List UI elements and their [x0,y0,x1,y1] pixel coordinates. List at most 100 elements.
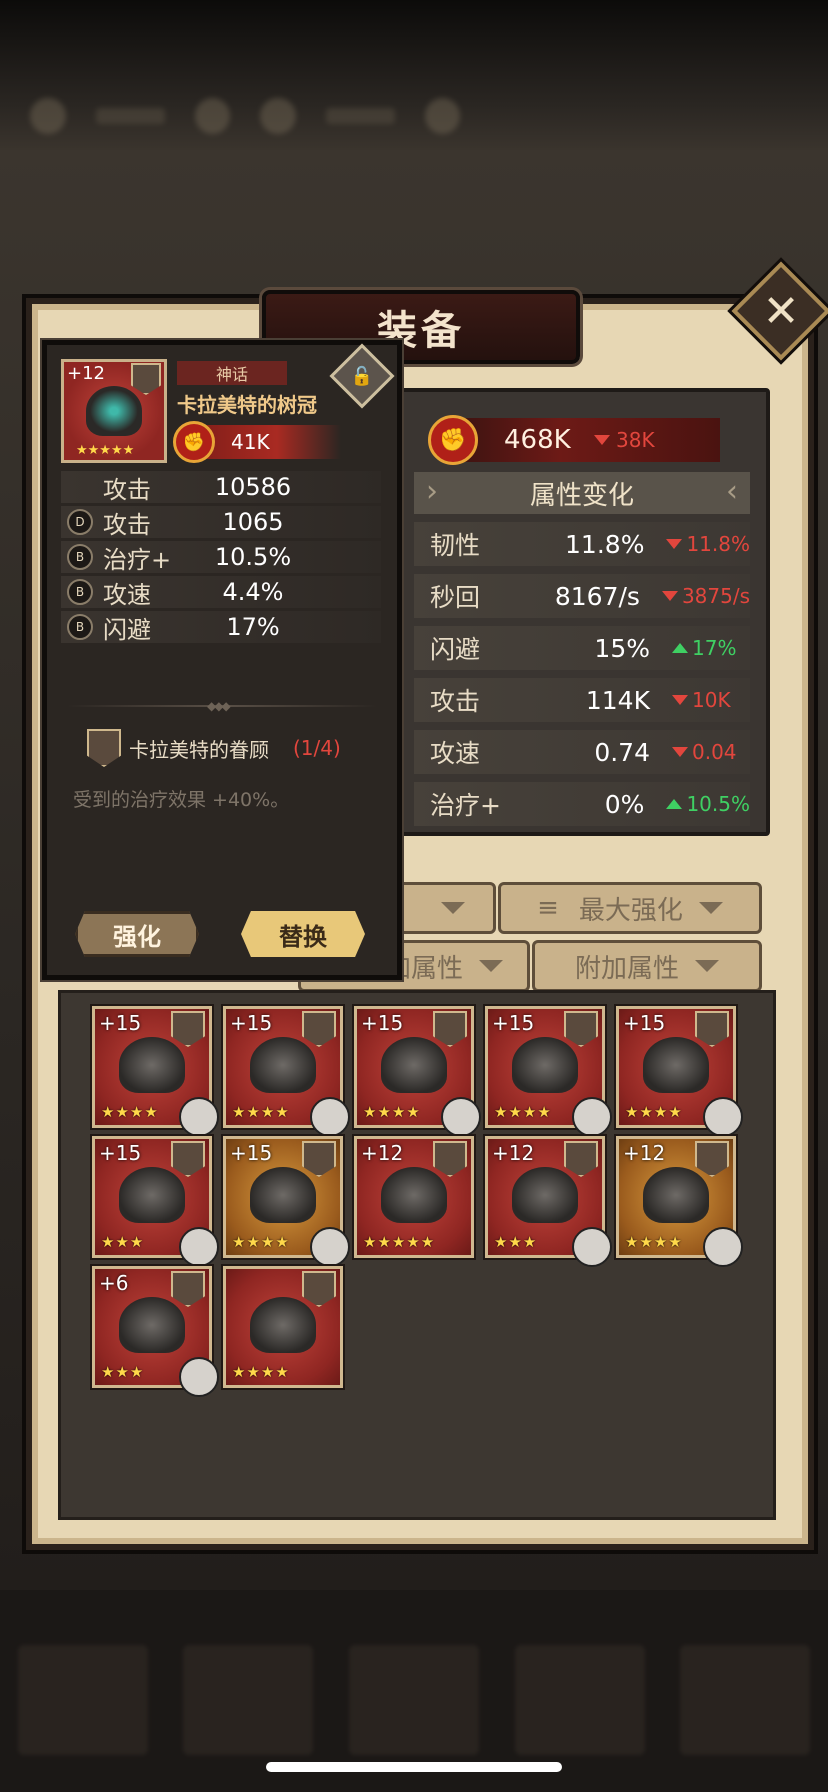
helmet-icon [119,1167,185,1223]
equipment-item[interactable]: +15 ★★★ [92,1136,219,1267]
equipment-item[interactable]: +15 ★★★★ [616,1006,743,1137]
unlock-icon: 🔓 [350,365,374,387]
class-badge-icon [433,1011,467,1047]
equipment-item[interactable]: +12 ★★★★★ [354,1136,474,1258]
sort-dropdown[interactable]: ≡ 最大强化 [498,882,762,934]
set-description: 受到的治疗效果 +40%。 [73,789,290,811]
item-stars: ★★★★ [232,1233,290,1251]
item-stars: ★★★★ [232,1103,290,1121]
attribute-change-panel: ✊ 468K 38K 属性变化 韧性 11.8% 11.8% 秒回 8167/s… [396,388,770,836]
stat-name: 攻速 [103,580,151,609]
item-stars: ★★★★ [363,1103,421,1121]
item-power: ✊ 41K [173,421,341,463]
home-indicator[interactable] [266,1762,562,1772]
class-badge-icon [171,1141,205,1177]
attr-name: 治疗+ [430,791,501,820]
helmet-icon [512,1037,578,1093]
attr-diff: 3875/s [661,584,750,608]
power-diff-value: 38K [616,428,655,452]
item-level: +15 [99,1141,142,1165]
extra-attribute-dropdown[interactable]: 附加属性 [532,940,762,992]
blurred-top-bar [30,95,461,137]
equipment-item[interactable]: +15 ★★★★ [92,1006,219,1137]
up-arrow-icon [672,643,688,653]
lock-button[interactable]: 🔓 [329,343,395,409]
sort-icon: ≡ [537,893,559,923]
equipment-item[interactable]: +15 ★★★★ [485,1006,612,1137]
item-stars: ★★★ [101,1233,145,1251]
item-level: +15 [99,1011,142,1035]
item-stars: ★★★ [101,1363,145,1381]
bottom-nav [0,1640,828,1760]
stat-value: 10586 [214,473,292,501]
hero-avatar [179,1227,219,1267]
helmet-icon [250,1037,316,1093]
stat-name: 闪避 [103,615,151,644]
attr-value: 11.8% [565,529,645,559]
helmet-icon [86,386,142,436]
item-level: +6 [99,1271,129,1295]
attr-row: 治疗+ 0% 10.5% [414,782,750,826]
bottom-tab-2[interactable] [183,1645,314,1755]
attr-value: 0.74 [594,737,650,767]
equipment-item[interactable]: +15 ★★★★ [223,1136,350,1267]
attr-diff-value: 0.04 [692,740,737,764]
attr-value: 0% [604,789,645,819]
item-stars: ★★★★ [625,1103,683,1121]
class-badge-icon [695,1141,729,1177]
bottom-tab-1[interactable] [17,1645,148,1755]
extra-attribute-label: 附加属性 [574,953,679,984]
class-badge-icon [564,1011,598,1047]
equipment-item[interactable]: +15 ★★★★ [354,1006,481,1137]
upgrade-button[interactable]: 强化 [75,911,199,957]
equipment-item[interactable]: ★★★★ [223,1266,343,1388]
attr-name: 攻速 [430,739,481,768]
chevron-down-icon [479,960,503,972]
bottom-tab-3[interactable] [348,1645,479,1755]
class-badge-icon [695,1011,729,1047]
attr-row: 攻击 114K 10K [414,678,750,722]
class-badge-icon [171,1011,205,1047]
class-badge-icon [302,1011,336,1047]
up-arrow-icon [666,799,683,809]
bottom-tab-4[interactable] [514,1645,645,1755]
filter-dropdown-1[interactable] [394,882,496,934]
item-stats: 攻击 10586 D 攻击 1065 B 治疗+ 10.5% B 攻速 4.4%… [61,471,381,646]
attr-diff-value: 3875/s [681,584,750,608]
set-count: (1/4) [293,736,341,760]
replace-button[interactable]: 替换 [241,911,365,957]
stat-row: B 攻速 4.4% [61,576,381,609]
grade-icon: D [67,509,93,535]
equipment-item[interactable]: +12 ★★★★ [616,1136,743,1267]
stat-row: B 治疗+ 10.5% [61,541,381,574]
hero-avatar [310,1097,350,1137]
attr-diff: 10K [672,688,731,712]
equipment-item[interactable]: +6 ★★★ [92,1266,219,1397]
chevron-down-icon [695,960,719,972]
attribute-rows: 韧性 11.8% 11.8% 秒回 8167/s 3875/s 闪避 15% 1… [414,522,750,834]
helmet-icon [512,1167,578,1223]
down-arrow-icon [672,695,688,705]
chevron-down-icon [698,902,723,914]
hero-avatar [703,1227,743,1267]
item-level: +15 [230,1011,273,1035]
hero-avatar [703,1097,743,1137]
hero-avatar [441,1097,481,1137]
equipment-item[interactable]: +12 ★★★ [485,1136,612,1267]
total-power-bar: ✊ 468K 38K [428,415,720,465]
shield-icon [131,363,161,395]
set-bonus: 卡拉美特的眷顾 (1/4) [87,729,341,767]
attr-name: 攻击 [430,687,481,716]
bottom-tab-5[interactable] [680,1645,811,1755]
sort-label: 最大强化 [578,895,683,926]
rarity-badge: 神话 [177,361,287,385]
helmet-icon [643,1167,709,1223]
attr-row: 闪避 15% 17% [414,626,750,670]
grade-icon: B [67,579,93,605]
attr-name: 秒回 [430,583,481,612]
item-level: +12 [623,1141,666,1165]
class-badge-icon [302,1271,336,1307]
power-diff: 38K [594,428,655,452]
item-level: +15 [492,1011,535,1035]
equipment-item[interactable]: +15 ★★★★ [223,1006,350,1137]
